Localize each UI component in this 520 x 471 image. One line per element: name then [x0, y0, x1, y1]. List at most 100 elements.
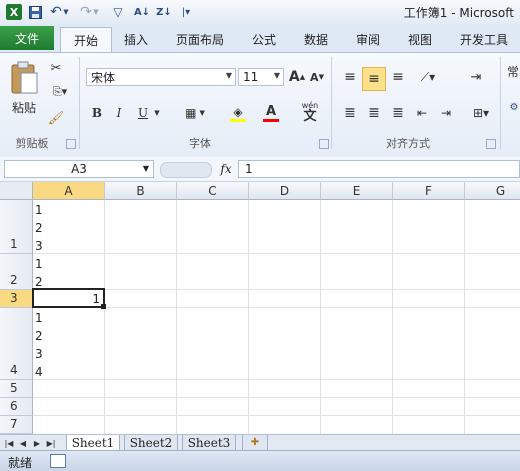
gridline: [320, 200, 321, 434]
column-header-c[interactable]: C: [177, 182, 249, 200]
cell-a4-line: 4: [35, 365, 43, 379]
align-right-icon[interactable]: ≣: [388, 103, 408, 123]
prev-sheet-icon[interactable]: ◀: [18, 437, 28, 449]
tab-data[interactable]: 数据: [294, 28, 338, 50]
clipboard-launcher-icon[interactable]: [66, 139, 76, 149]
cell-a4-line: 3: [35, 347, 43, 361]
macro-record-icon[interactable]: [50, 454, 66, 468]
fill-handle[interactable]: [101, 304, 106, 309]
sheet-tab-sheet2[interactable]: Sheet2: [124, 435, 178, 451]
bold-button[interactable]: B: [88, 103, 106, 123]
select-all-corner[interactable]: [0, 182, 33, 200]
row-header-1[interactable]: 1: [0, 200, 33, 254]
column-header-g[interactable]: G: [465, 182, 520, 200]
tab-home[interactable]: 开始: [60, 27, 112, 53]
fill-color-swatch: [230, 118, 246, 122]
increase-indent-icon[interactable]: ⇥: [436, 103, 456, 123]
grow-font-button[interactable]: A ▲: [288, 67, 306, 87]
tab-page-layout[interactable]: 页面布局: [168, 28, 232, 50]
column-header-a[interactable]: A: [33, 182, 105, 200]
chevron-down-icon: ▼: [142, 164, 149, 173]
sort-ascending-icon[interactable]: A↓: [134, 4, 150, 20]
row-header-5[interactable]: 5: [0, 380, 33, 398]
next-sheet-icon[interactable]: ▶: [32, 437, 42, 449]
insert-sheet-icon[interactable]: ✚: [242, 435, 268, 451]
column-header-e[interactable]: E: [321, 182, 393, 200]
redo-dropdown-icon[interactable]: ▼: [92, 4, 100, 20]
decrease-indent-icon[interactable]: ⇤: [412, 103, 432, 123]
grow-font-icon: A: [288, 69, 300, 85]
borders-button[interactable]: ▦ ▼: [180, 103, 210, 123]
excel-logo-icon[interactable]: X: [6, 4, 22, 20]
formula-splitter[interactable]: [160, 162, 212, 178]
tab-developer[interactable]: 开发工具: [452, 28, 516, 50]
cell-a4-line: 2: [35, 329, 43, 343]
sheet-tab-sheet1[interactable]: Sheet1: [66, 435, 120, 451]
tab-review[interactable]: 审阅: [346, 28, 390, 50]
insert-function-icon[interactable]: fx: [216, 160, 236, 178]
font-name-select[interactable]: 宋体 ▼: [86, 68, 236, 86]
sort-descending-icon[interactable]: Z↓: [156, 4, 172, 20]
phonetic-icon: 文: [303, 108, 317, 124]
align-left-icon[interactable]: ≣: [340, 103, 360, 123]
row-header-2[interactable]: 2: [0, 254, 33, 290]
first-sheet-icon[interactable]: |◀: [4, 437, 14, 449]
gridline: [392, 200, 393, 434]
tab-view[interactable]: 视图: [398, 28, 442, 50]
alignment-launcher-icon[interactable]: [486, 139, 496, 149]
number-format-icons[interactable]: ⚙: [508, 85, 520, 129]
sheet-tab-sheet3[interactable]: Sheet3: [182, 435, 236, 451]
tab-formulas[interactable]: 公式: [242, 28, 286, 50]
font-size-select[interactable]: 11 ▼: [238, 68, 284, 86]
column-header-f[interactable]: F: [393, 182, 465, 200]
spreadsheet-grid[interactable]: A B C D E F G 1 2 3 4 5 6 7 1 2 3 1 2 1 …: [0, 182, 520, 434]
gridline: [33, 253, 520, 254]
underline-button[interactable]: U: [134, 103, 152, 123]
font-launcher-icon[interactable]: [319, 139, 329, 149]
row-header-6[interactable]: 6: [0, 398, 33, 416]
cut-icon[interactable]: ✂: [47, 59, 65, 77]
gridline: [33, 397, 520, 398]
fill-bucket-icon: ◈: [233, 104, 243, 119]
align-bottom-icon[interactable]: ≡: [388, 67, 408, 87]
phonetic-button[interactable]: wén 文: [296, 99, 324, 125]
orientation-icon[interactable]: ⟋▾: [414, 67, 442, 87]
column-header-b[interactable]: B: [105, 182, 177, 200]
paste-button[interactable]: 粘贴: [6, 57, 42, 119]
borders-icon: ▦: [185, 106, 197, 120]
format-painter-icon[interactable]: 🖌: [47, 109, 65, 127]
wrap-text-icon[interactable]: ⇥: [466, 67, 486, 87]
align-center-icon[interactable]: ≣: [364, 103, 384, 123]
italic-button[interactable]: I: [110, 103, 128, 123]
font-color-button[interactable]: A: [256, 101, 286, 125]
name-box[interactable]: A3 ▼: [4, 160, 154, 178]
gridline: [248, 200, 249, 434]
paste-icon: [11, 61, 38, 93]
font-color-swatch: [263, 119, 279, 122]
underline-dropdown-icon[interactable]: ▼: [152, 105, 162, 121]
cell-a3-value: 1: [92, 292, 100, 306]
merge-center-icon[interactable]: ⊞▾: [466, 103, 496, 123]
undo-dropdown-icon[interactable]: ▼: [62, 4, 70, 20]
tab-insert[interactable]: 插入: [114, 28, 158, 50]
font-size-value: 11: [243, 70, 259, 84]
align-middle-icon[interactable]: ≡: [362, 67, 386, 91]
save-icon[interactable]: [27, 4, 43, 20]
row-header-7[interactable]: 7: [0, 416, 33, 434]
formula-input[interactable]: 1: [238, 160, 520, 178]
row-header-3[interactable]: 3: [0, 290, 33, 308]
gridline: [33, 289, 520, 290]
shrink-font-button[interactable]: A ▼: [308, 67, 326, 87]
filter-icon[interactable]: ▽: [110, 4, 126, 20]
last-sheet-icon[interactable]: ▶|: [46, 437, 56, 449]
fill-color-button[interactable]: ◈: [222, 101, 254, 125]
tab-file[interactable]: 文件: [0, 26, 54, 50]
align-top-icon[interactable]: ≡: [340, 67, 360, 87]
column-header-d[interactable]: D: [249, 182, 321, 200]
number-format-partial[interactable]: 常: [506, 63, 520, 79]
font-color-icon: A: [265, 104, 277, 119]
row-header-4[interactable]: 4: [0, 308, 33, 380]
copy-icon[interactable]: ⎘▾: [47, 83, 73, 101]
clipboard-group-label: 剪贴板: [15, 137, 49, 150]
customize-icon[interactable]: |▾: [178, 4, 194, 20]
